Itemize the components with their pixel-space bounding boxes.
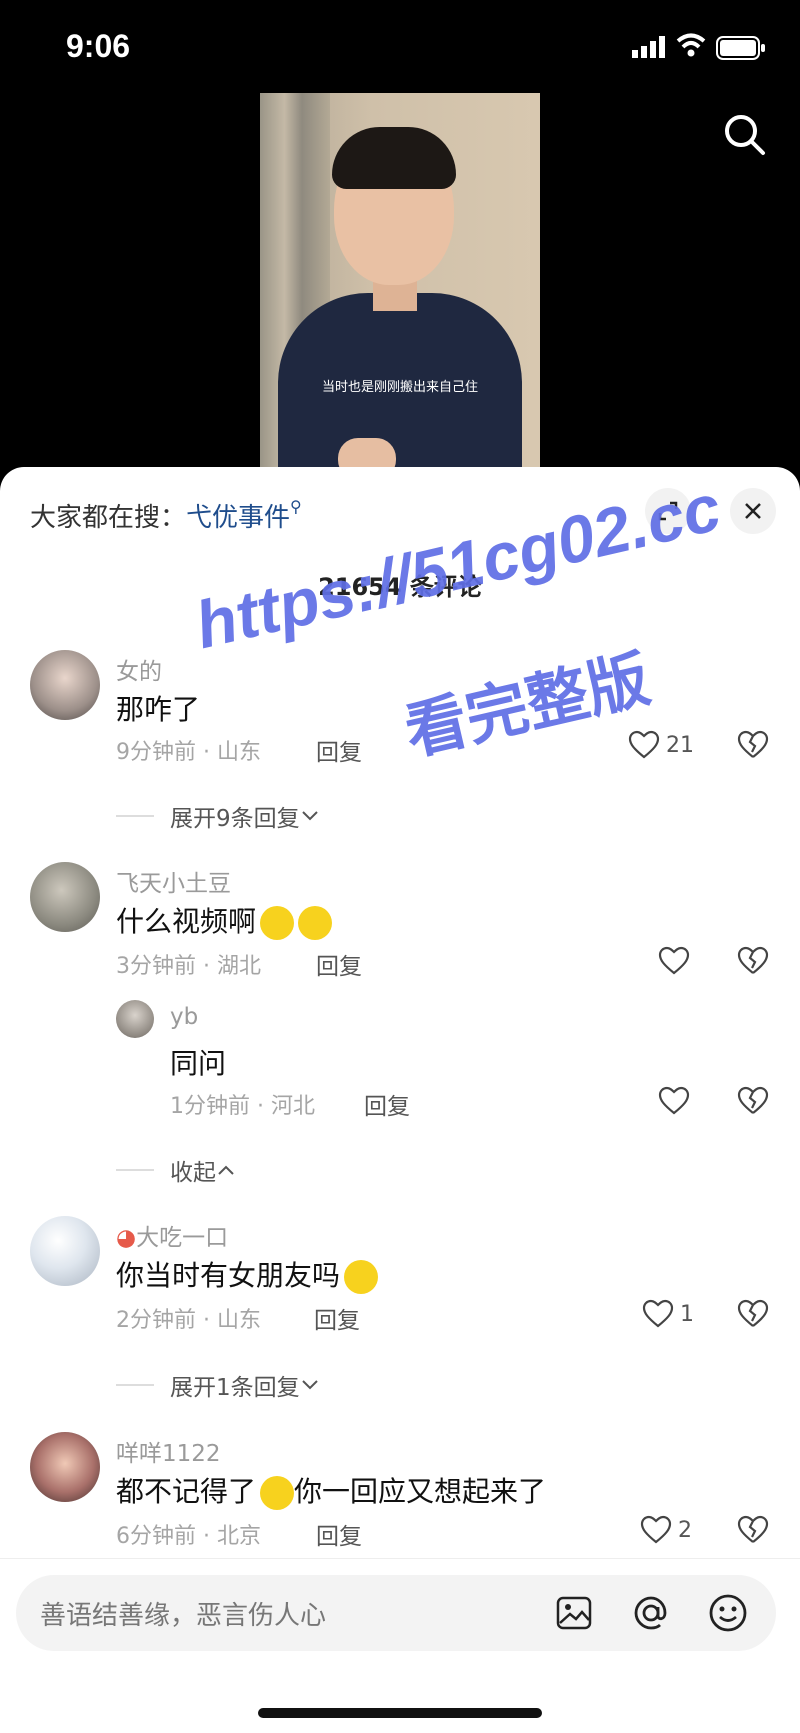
avatar[interactable] (116, 1000, 154, 1038)
comment-text: 同问 (170, 1047, 227, 1080)
like-count: 21 (666, 732, 694, 758)
battery-icon (716, 36, 765, 60)
collapse-replies[interactable]: 收起 (116, 1153, 236, 1187)
like-button[interactable]: 21 (628, 730, 694, 760)
reply-button[interactable]: 回复 (316, 733, 362, 767)
divider-line (116, 815, 154, 817)
expand-replies-label: 展开9条回复 (170, 806, 300, 832)
like-count: 2 (678, 1517, 692, 1543)
heart-icon (658, 946, 690, 975)
comment-meta: 1分钟前 · 河北 (170, 1094, 315, 1119)
comment-author[interactable]: ◕大吃一口 (116, 1218, 228, 1252)
heart-icon (640, 1515, 672, 1544)
at-icon[interactable] (632, 1594, 670, 1632)
broken-heart-icon[interactable] (737, 1086, 769, 1116)
broken-heart-icon[interactable] (737, 730, 769, 760)
wifi-icon (676, 33, 706, 57)
reply-button[interactable]: 回复 (314, 1301, 360, 1335)
expand-replies[interactable]: 展开9条回复 (116, 799, 320, 833)
comment-author[interactable]: 女的 (116, 652, 162, 686)
reply-button[interactable]: 回复 (316, 1517, 362, 1551)
rainbow-icon: ◕ (116, 1225, 137, 1251)
comment-meta: 2分钟前 · 山东 (116, 1308, 261, 1333)
hot-search-label: 大家都在搜： (30, 503, 187, 533)
chevron-down-icon (301, 811, 318, 821)
close-icon (745, 503, 761, 519)
hot-search[interactable]: 大家都在搜：弋优事件⚲ (30, 497, 302, 534)
divider-line (116, 1384, 154, 1386)
rofl-emoji-icon (260, 1476, 295, 1510)
broken-heart-icon[interactable] (737, 1515, 769, 1545)
expand-replies[interactable]: 展开1条回复 (116, 1368, 320, 1402)
reply-button[interactable]: 回复 (364, 1087, 410, 1121)
like-button[interactable] (658, 946, 690, 976)
chevron-up-icon (218, 1165, 234, 1175)
comment-input-placeholder: 善语结善缘，恶言伤人心 (40, 1601, 327, 1631)
comment-meta: 9分钟前 · 山东 (116, 740, 261, 765)
heart-icon (642, 1299, 674, 1328)
expand-replies-label: 展开1条回复 (170, 1375, 300, 1401)
avatar[interactable] (30, 650, 100, 720)
comment-author[interactable]: 咩咩1122 (116, 1434, 221, 1468)
avatar[interactable] (30, 862, 100, 932)
sweat-smile-emoji-icon (344, 1260, 379, 1294)
home-indicator (258, 1708, 542, 1718)
like-button[interactable]: 1 (642, 1299, 694, 1329)
halo-smile-emoji-icon (298, 906, 333, 940)
video-subtitle: 当时也是刚刚搬出来自己住 (321, 380, 478, 395)
comment-text-body: 什么视频啊 (116, 905, 257, 938)
close-button[interactable] (730, 488, 776, 534)
like-count: 1 (680, 1301, 694, 1327)
video-person-hair (332, 127, 456, 189)
comment-text-body: 都不记得了 (116, 1475, 257, 1508)
comment-meta: 6分钟前 · 北京 (116, 1524, 261, 1549)
comment-text: 你当时有女朋友吗 (116, 1254, 379, 1294)
collapse-label: 收起 (170, 1160, 216, 1186)
reply-button[interactable]: 回复 (316, 947, 362, 981)
avatar[interactable] (30, 1432, 100, 1502)
divider-line (116, 1169, 154, 1171)
search-icon[interactable] (723, 113, 767, 157)
comment-author[interactable]: yb (170, 1004, 198, 1030)
search-small-icon: ⚲ (290, 497, 302, 516)
broken-heart-icon[interactable] (737, 1299, 769, 1329)
status-time: 9:06 (66, 28, 131, 64)
avatar[interactable] (30, 1216, 100, 1286)
heart-icon (658, 1086, 690, 1115)
broken-heart-icon[interactable] (737, 946, 769, 976)
like-button[interactable] (658, 1086, 690, 1116)
hot-search-keyword[interactable]: 弋优事件 (186, 503, 290, 533)
video-person-hand (338, 438, 396, 468)
input-divider (0, 1558, 800, 1559)
comment-author-name: 大吃一口 (136, 1225, 229, 1251)
comment-text: 都不记得了 你一回应又想起来了 (116, 1470, 546, 1510)
video-player[interactable]: 当时也是刚刚搬出来自己住 (260, 93, 540, 468)
emoji-icon[interactable] (708, 1593, 748, 1633)
comment-text-body-cont: 你一回应又想起来了 (294, 1475, 547, 1508)
halo-smile-emoji-icon (260, 906, 295, 940)
status-bar: 9:06 (0, 0, 800, 95)
heart-icon (628, 730, 660, 759)
like-button[interactable]: 2 (640, 1515, 692, 1545)
comment-text-body: 你当时有女朋友吗 (116, 1259, 341, 1292)
chevron-down-icon (301, 1380, 318, 1390)
comment-meta: 3分钟前 · 湖北 (116, 954, 261, 979)
comment-author[interactable]: 飞天小土豆 (116, 864, 231, 898)
image-icon[interactable] (556, 1595, 592, 1631)
comment-text: 什么视频啊 (116, 900, 333, 940)
signal-icon (632, 36, 665, 58)
comment-text: 那咋了 (116, 693, 201, 726)
comment-input[interactable]: 善语结善缘，恶言伤人心 (16, 1575, 776, 1651)
